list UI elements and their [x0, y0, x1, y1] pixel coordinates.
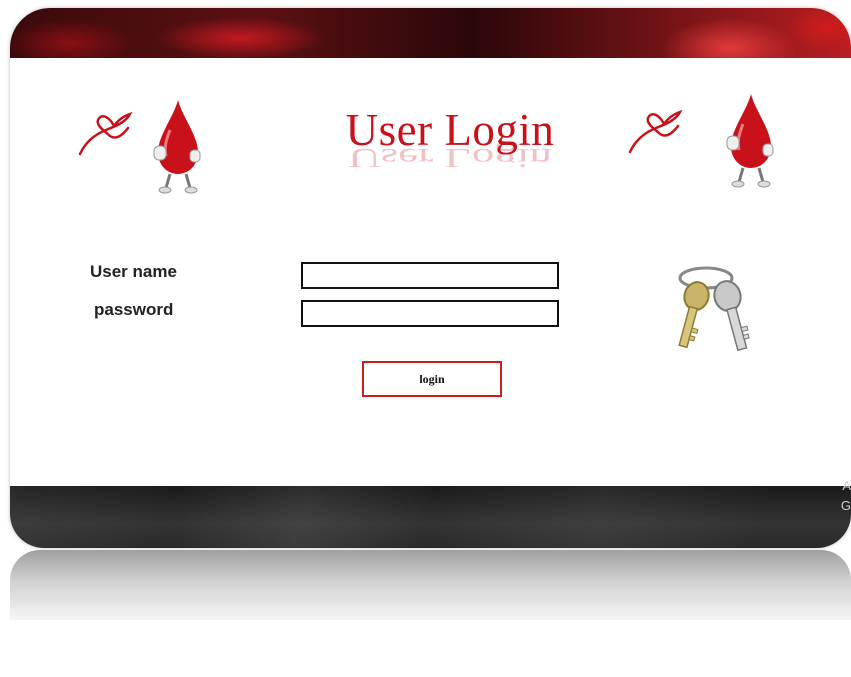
- keys-icon: [678, 266, 750, 352]
- username-label: User name: [90, 262, 177, 281]
- footer-bar: A G: [10, 478, 851, 548]
- login-button[interactable]: login: [362, 361, 502, 397]
- blood-drop-mascot-icon: [153, 100, 201, 194]
- ribbon-heart-icon: [78, 111, 133, 156]
- header-banner: [10, 8, 851, 58]
- footer-text-line2: G: [840, 498, 851, 513]
- username-field[interactable]: [301, 262, 559, 289]
- card-reflection: [10, 550, 851, 620]
- footer-text-line1: A: [842, 478, 851, 493]
- password-label: password: [94, 300, 174, 319]
- login-card: User Login User Login User name password…: [10, 8, 851, 548]
- page-title: User Login: [345, 105, 555, 155]
- password-field[interactable]: [301, 300, 559, 327]
- blood-drop-mascot-icon: [726, 94, 774, 188]
